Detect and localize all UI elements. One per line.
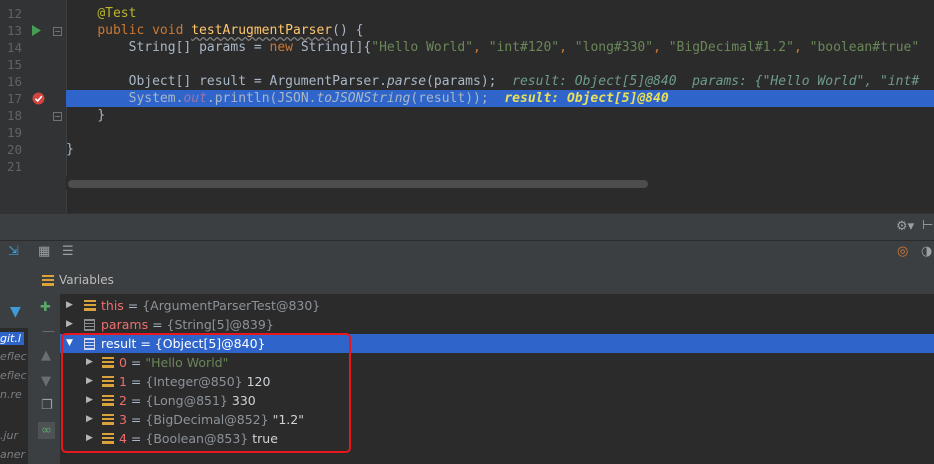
variables-icon xyxy=(42,275,54,286)
equals-sign: = xyxy=(148,317,167,332)
fold-marker-icon[interactable] xyxy=(53,112,62,121)
line-number: 17 xyxy=(6,91,22,106)
code-text: } xyxy=(97,108,106,123)
move-down-icon[interactable]: ▼ xyxy=(41,374,51,389)
editor-gutter[interactable]: 12 13 14 15 16 17 18 19 20 21 xyxy=(0,0,67,213)
line-number: 15 xyxy=(6,57,22,72)
code-text: .println(JSON. xyxy=(206,91,317,106)
variables-toolbar: ✚ — ▲ ▼ ❐ ∞ xyxy=(36,294,61,464)
watches-toggle-icon[interactable]: ∞ xyxy=(38,422,55,439)
variable-row[interactable]: ▶ this = {ArgumentParserTest@830} xyxy=(60,296,934,315)
code-text: Object[] result = ArgumentParser. xyxy=(128,74,387,89)
method-name: toJSONString xyxy=(316,91,411,106)
keyword: new xyxy=(269,40,293,55)
frame-item[interactable]: eflec xyxy=(0,369,27,382)
line-number: 16 xyxy=(6,74,22,89)
keyword: public void xyxy=(97,23,184,38)
trace-icon[interactable]: ☰ xyxy=(62,244,74,259)
string-literal: "long#330" xyxy=(574,40,654,55)
fold-marker-icon[interactable] xyxy=(53,27,62,36)
variable-row[interactable]: ▶ params = {String[5]@839} xyxy=(60,315,934,334)
show-execution-point-icon[interactable]: ⇲ xyxy=(8,244,19,259)
code-editor[interactable]: 12 13 14 15 16 17 18 19 20 21 @Test publ… xyxy=(0,0,934,213)
code-line-20[interactable]: } xyxy=(66,141,74,158)
run-test-icon[interactable] xyxy=(32,25,41,36)
code-text: () { xyxy=(332,23,364,38)
code-line-14[interactable]: String[] params = new String[]{"Hello Wo… xyxy=(66,39,920,56)
frames-scrollbar[interactable] xyxy=(28,330,36,464)
panel-title: Variables xyxy=(59,273,114,287)
string-literal: "int#120" xyxy=(488,40,560,55)
line-number: 21 xyxy=(6,159,22,174)
breakpoint-icon[interactable] xyxy=(32,92,45,105)
line-number: 19 xyxy=(6,125,22,140)
hide-panel-icon[interactable]: ⊢ xyxy=(922,218,933,233)
variable-name: params xyxy=(101,317,149,332)
code-line-13[interactable]: public void testArugmentParser() { xyxy=(66,22,363,39)
method-name: parse xyxy=(386,74,427,89)
gear-icon[interactable]: ⚙▾ xyxy=(896,219,914,234)
calculator-icon[interactable]: ▦ xyxy=(38,244,50,259)
frame-item[interactable]: aner xyxy=(0,448,25,461)
line-number: 12 xyxy=(6,6,22,21)
array-icon xyxy=(84,319,95,331)
debug-toolbar: ⇲ ▦ ☰ ◎ ◑ xyxy=(0,240,934,267)
code-text: String[] params = xyxy=(128,40,270,55)
variable-type: {String[5]@839} xyxy=(166,317,274,332)
more-icon[interactable]: ◑ xyxy=(921,244,932,259)
variable-type: {ArgumentParserTest@830} xyxy=(142,298,321,313)
frames-list[interactable]: git.l eflec eflec n.re .jur aner xyxy=(0,328,28,464)
copy-icon[interactable]: ❐ xyxy=(41,398,53,413)
equals-sign: = xyxy=(123,298,143,313)
code-text: System. xyxy=(128,91,184,106)
execution-line-17[interactable]: System.out.println(JSON.toJSONString(res… xyxy=(66,90,934,107)
code-line-12[interactable]: @Test xyxy=(66,5,136,22)
line-number: 18 xyxy=(6,108,22,123)
expand-arrow-icon[interactable]: ▶ xyxy=(66,315,73,334)
frame-item[interactable]: n.re xyxy=(0,388,22,401)
panel-divider: ⚙▾ ⊢ xyxy=(0,213,934,241)
expand-arrow-icon[interactable]: ▶ xyxy=(66,296,73,315)
field-icon xyxy=(84,300,96,311)
filter-icon[interactable]: ▼ xyxy=(10,304,21,320)
frame-item[interactable]: eflec xyxy=(0,350,27,363)
string-literal: "Hello World" xyxy=(371,40,474,55)
method-name: testArugmentParser xyxy=(191,23,333,38)
frame-item[interactable]: .jur xyxy=(0,429,18,442)
restore-layout-icon[interactable]: ◎ xyxy=(897,244,908,259)
line-number: 13 xyxy=(6,23,22,38)
highlight-annotation-box xyxy=(61,333,351,453)
string-literal: "boolean#true" xyxy=(809,40,920,55)
string-literal: "BigDecimal#1.2" xyxy=(668,40,794,55)
remove-watch-icon[interactable]: — xyxy=(42,324,55,339)
scrollbar-thumb[interactable] xyxy=(68,180,648,188)
add-watch-icon[interactable]: ✚ xyxy=(40,300,51,315)
line-number: 20 xyxy=(6,142,22,157)
code-text: (params); xyxy=(426,74,497,89)
code-line-18[interactable]: } xyxy=(66,107,105,124)
static-field: out xyxy=(183,91,207,106)
move-up-icon[interactable]: ▲ xyxy=(41,348,51,363)
code-text: (result)); xyxy=(410,91,489,106)
annotation: @Test xyxy=(97,6,137,21)
code-text: } xyxy=(66,142,74,157)
variables-panel-header: Variables xyxy=(36,266,934,295)
inline-debug-value: result: Object[5]@840 xyxy=(504,91,669,106)
variable-name: this xyxy=(101,298,124,313)
inline-debug-value: result: Object[5]@840 params: {"Hello Wo… xyxy=(512,74,920,89)
code-text: String[]{ xyxy=(293,40,372,55)
frame-item[interactable]: git.l xyxy=(0,332,24,345)
code-line-16[interactable]: Object[] result = ArgumentParser.parse(p… xyxy=(66,73,920,90)
line-number: 14 xyxy=(6,40,22,55)
